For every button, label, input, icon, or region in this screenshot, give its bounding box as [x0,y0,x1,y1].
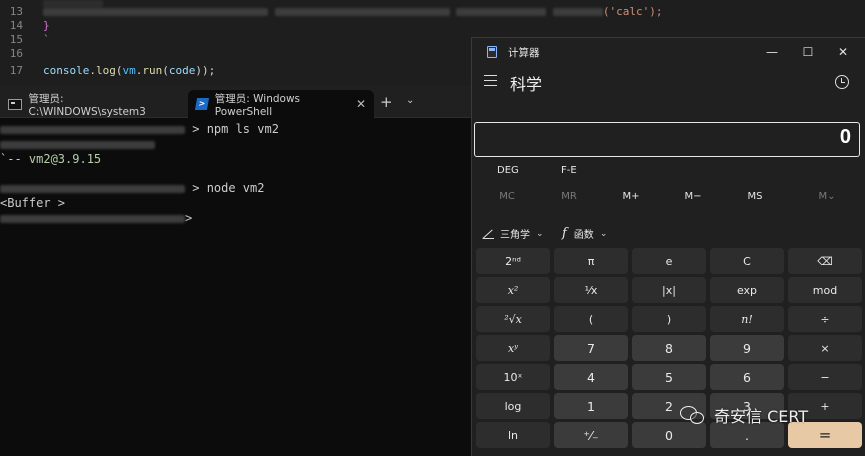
terminal-line: > node vm2 [0,180,264,196]
key-r0-c0[interactable]: 2ⁿᵈ [476,248,550,274]
key-r3-c2[interactable]: 8 [632,335,706,361]
window-title: 计算器 [508,47,540,59]
m-minus-button[interactable]: M− [673,191,713,202]
key-r1-c4[interactable]: mod [788,277,862,303]
key-r4-c0[interactable]: 10ˣ [476,364,550,390]
watermark-text: 奇安信 CERT [714,407,809,426]
calculator-app-icon [487,46,497,58]
mc-button[interactable]: MC [487,191,527,202]
tab-label: 管理员: C:\WINDOWS\system3 [28,92,146,118]
calculator-header: 科学 [472,68,865,98]
chevron-down-icon: ⌄ [536,228,544,239]
mr-button[interactable]: MR [549,191,589,202]
maximize-button[interactable]: ☐ [796,43,820,61]
line-number: 14 [9,19,23,32]
tab-label: 管理员: Windows PowerShell [214,92,301,118]
key-r3-c0[interactable]: xʸ [476,335,550,361]
key-r4-c2[interactable]: 5 [632,364,706,390]
key-r3-c4[interactable]: × [788,335,862,361]
fe-button[interactable]: F-E [561,165,577,176]
code-line-14: 14 } [0,19,865,33]
trigonometry-label: 三角学 [500,230,530,241]
key-r0-c1[interactable]: π [554,248,628,274]
code-text: } [43,19,50,32]
calculator-window: 计算器 — ☐ ✕ 科学 0 DEG F-E 三角学 ⌄ f 函数 ⌄ 2ⁿᵈ π… [471,37,865,456]
key-r6-c0[interactable]: ln [476,422,550,448]
key-r1-c3[interactable]: exp [710,277,784,303]
key-r2-c0[interactable]: ²√x [476,306,550,332]
package-version: vm2@3.9.15 [28,152,102,166]
key-r0-c2[interactable]: e [632,248,706,274]
tab-cmd[interactable]: 管理员: C:\WINDOWS\system3 [0,90,186,118]
angle-mode-button[interactable]: DEG [497,165,519,176]
chevron-down-icon[interactable]: ⌄ [406,95,414,106]
code-text: console.log(vm.run(code)); [43,64,216,77]
code-text: ('calc'); [602,5,663,18]
function-icon: f [562,226,567,241]
code-text: ` [43,33,50,46]
history-icon[interactable] [835,75,849,89]
terminal-prompt: > [185,211,193,225]
terminal-line: > npm ls vm2 [0,121,279,137]
wechat-icon [680,404,706,426]
title-bar[interactable]: 计算器 — ☐ ✕ [472,38,865,66]
function-label: 函数 [573,230,594,241]
cmd-icon [8,98,22,110]
terminal-line: > [0,210,192,226]
key-r5-c0[interactable]: log [476,393,550,419]
key-r3-c1[interactable]: 7 [554,335,628,361]
watermark: 奇安信 CERT [680,403,808,427]
key-r2-c3[interactable]: n! [710,306,784,332]
result-display: 0 [474,122,860,157]
mode-title: 科学 [510,75,543,94]
key-r2-c4[interactable]: ÷ [788,306,862,332]
terminal-command: npm ls vm2 [206,122,279,136]
minimize-button[interactable]: — [760,43,784,61]
key-r4-c1[interactable]: 4 [554,364,628,390]
key-r0-c4[interactable]: ⌫ [788,248,862,274]
triangle-icon [483,229,494,239]
key-r2-c1[interactable]: ( [554,306,628,332]
key-r5-c1[interactable]: 1 [554,393,628,419]
m-plus-button[interactable]: M+ [611,191,651,202]
powershell-icon: > [194,98,209,110]
tab-powershell[interactable]: > 管理员: Windows PowerShell ✕ [188,90,374,118]
close-icon[interactable]: ✕ [356,97,366,111]
key-r6-c1[interactable]: ⁺⁄₋ [554,422,628,448]
key-r4-c3[interactable]: 6 [710,364,784,390]
code-line-13: 13 ('calc'); [0,5,865,19]
terminal-line [0,136,155,152]
function-dropdown[interactable]: f 函数 ⌄ [562,226,607,241]
chevron-down-icon: ⌄ [599,228,608,239]
key-r1-c1[interactable]: ¹⁄x [554,277,628,303]
key-r1-c2[interactable]: |x| [632,277,706,303]
memory-list-button[interactable]: M⌄ [807,191,847,202]
terminal-command: node vm2 [206,181,265,195]
line-number: 13 [9,5,23,18]
close-button[interactable]: ✕ [831,43,855,61]
line-number: 17 [9,64,23,77]
key-r4-c4[interactable]: − [788,364,862,390]
key-r1-c0[interactable]: x² [476,277,550,303]
new-tab-button[interactable]: + [380,93,393,111]
line-number: 15 [9,33,23,46]
line-number: 16 [9,47,23,60]
key-r2-c2[interactable]: ) [632,306,706,332]
display-value: 0 [839,126,851,148]
hamburger-menu-icon[interactable] [484,75,497,86]
ms-button[interactable]: MS [735,191,775,202]
terminal-output[interactable]: > npm ls vm2 `-- vm2@3.9.15 > node vm2 <… [0,118,470,456]
trigonometry-dropdown[interactable]: 三角学 ⌄ [483,226,544,241]
tree-branch: `-- [0,152,29,166]
key-r3-c3[interactable]: 9 [710,335,784,361]
terminal-line: `-- vm2@3.9.15 [0,151,101,167]
terminal-line: <Buffer > [0,196,66,210]
key-r0-c3[interactable]: C [710,248,784,274]
